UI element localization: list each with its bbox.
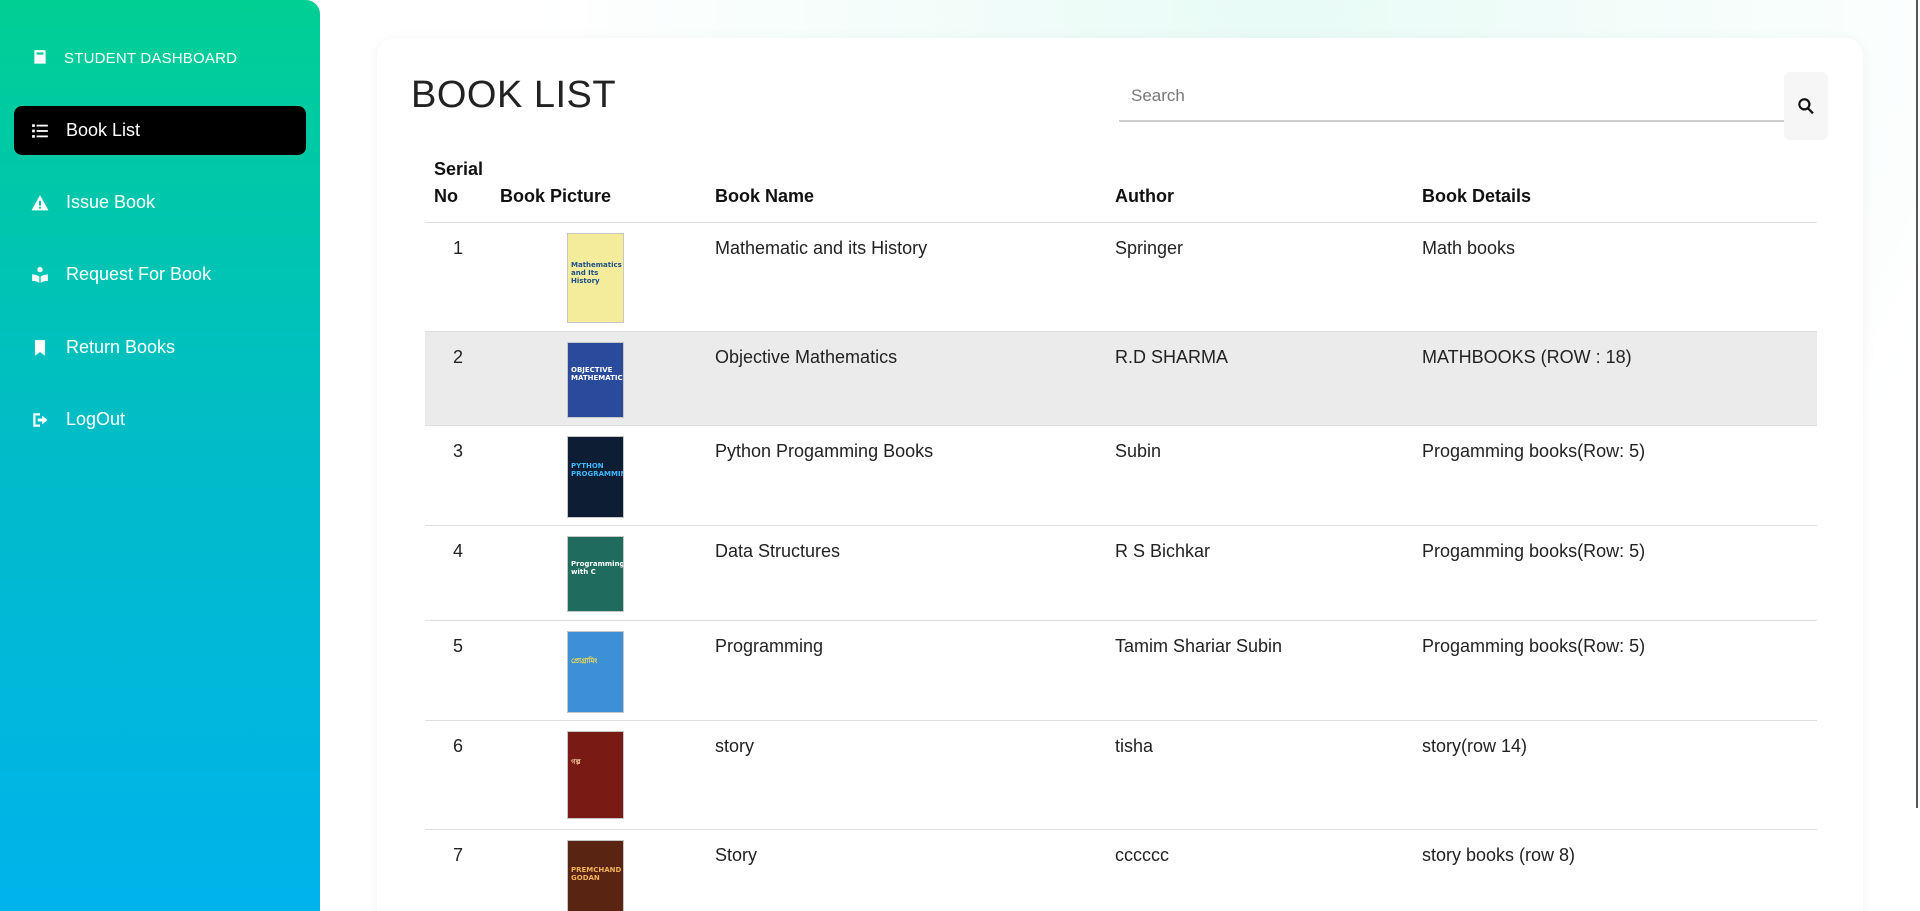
reader-icon bbox=[30, 265, 50, 285]
serial-number: 1 bbox=[452, 238, 463, 258]
sidebar: STUDENT DASHBOARD Book List Issue Book R… bbox=[0, 0, 320, 911]
sidebar-item-request-for-book[interactable]: Request For Book bbox=[14, 250, 306, 299]
book-cover-image: Programming with C bbox=[567, 536, 624, 612]
book-author: tisha bbox=[1115, 736, 1154, 756]
book-author: R S Bichkar bbox=[1115, 541, 1211, 561]
book-cover-title: Mathematics and Its History bbox=[571, 261, 622, 285]
table-row[interactable]: 1 Mathematics and Its History Mathematic a… bbox=[425, 223, 1817, 332]
book-details: Progamming books(Row: 5) bbox=[1422, 441, 1646, 461]
bookmark-icon bbox=[30, 338, 50, 358]
table-row[interactable]: 4 Programming with C Data Structures R S Bi… bbox=[425, 526, 1817, 621]
sidebar-item-issue-book[interactable]: Issue Book bbox=[14, 178, 306, 227]
sidebar-item-book-list[interactable]: Book List bbox=[14, 106, 306, 155]
sidebar-item-label: Request For Book bbox=[66, 264, 212, 284]
search-icon bbox=[1796, 96, 1816, 116]
header-serial: Serial No bbox=[434, 159, 484, 206]
sidebar-item-label: Return Books bbox=[66, 337, 176, 357]
page-title: BOOK LIST bbox=[411, 74, 617, 116]
table-row[interactable]: 7 PREMCHAND GODAN Story cccccc story books (… bbox=[425, 830, 1817, 911]
book-picture: PREMCHAND GODAN bbox=[567, 840, 624, 911]
book-picture: গল্প bbox=[567, 731, 624, 819]
book-author: Subin bbox=[1115, 441, 1162, 461]
book-details: story books (row 8) bbox=[1422, 845, 1576, 865]
table-row[interactable]: 3 PYTHON PROGRAMMING Python Progamming Boo… bbox=[425, 426, 1817, 526]
book-author: cccccc bbox=[1115, 845, 1169, 865]
book-details: Progamming books(Row: 5) bbox=[1422, 636, 1646, 656]
book-cover-title: PYTHON PROGRAMMING bbox=[571, 462, 623, 478]
search-button[interactable] bbox=[1784, 72, 1828, 140]
serial-number: 2 bbox=[452, 347, 463, 367]
book-cover-title: গল্প bbox=[571, 758, 581, 766]
sidebar-item-label: Issue Book bbox=[66, 192, 156, 212]
book-author: R.D SHARMA bbox=[1115, 347, 1229, 367]
book-cover-title: PREMCHAND GODAN bbox=[571, 866, 622, 882]
book-icon bbox=[30, 48, 50, 68]
book-cover-image: OBJECTIVE MATHEMATICS bbox=[567, 342, 624, 418]
table-row[interactable]: 6 গল্প story tisha story(row 14) bbox=[425, 721, 1817, 830]
book-name: story bbox=[715, 736, 755, 756]
serial-number: 3 bbox=[452, 441, 463, 461]
search-input[interactable] bbox=[1119, 72, 1805, 120]
book-cover-image: প্রোগ্রামিং bbox=[567, 631, 624, 713]
header-author: Author bbox=[1115, 186, 1174, 206]
book-cover-title: প্রোগ্রামিং bbox=[571, 657, 598, 665]
book-table: Serial No Book Picture Book Name Author … bbox=[425, 158, 1817, 911]
book-details: Progamming books(Row: 5) bbox=[1422, 541, 1646, 561]
book-author: Springer bbox=[1115, 238, 1184, 258]
book-author: Tamim Shariar Subin bbox=[1115, 636, 1283, 656]
header-book-picture: Book Picture bbox=[500, 186, 612, 206]
header-book-details: Book Details bbox=[1422, 186, 1532, 206]
book-picture: Mathematics and Its History bbox=[567, 233, 624, 323]
book-name: Data Structures bbox=[715, 541, 841, 561]
sidebar-item-label: LogOut bbox=[66, 409, 126, 429]
sidebar-item-label: Book List bbox=[66, 120, 141, 140]
scrollbar[interactable] bbox=[1908, 0, 1918, 808]
book-name: Objective Mathematics bbox=[715, 347, 898, 367]
serial-number: 6 bbox=[452, 736, 463, 756]
sidebar-item-return-books[interactable]: Return Books bbox=[14, 323, 306, 372]
book-cover-image: Mathematics and Its History bbox=[567, 233, 624, 323]
table-row[interactable]: 5 প্রোগ্রামিং Programming Tamim Shariar Sub… bbox=[425, 621, 1817, 721]
book-list-card: BOOK LIST Serial No Book Picture Book Na… bbox=[377, 38, 1863, 911]
book-picture: OBJECTIVE MATHEMATICS bbox=[567, 342, 624, 418]
book-details: story(row 14) bbox=[1422, 736, 1528, 756]
book-name: Mathematic and its History bbox=[715, 238, 928, 258]
book-picture: PYTHON PROGRAMMING bbox=[567, 436, 624, 518]
book-picture: প্রোগ্রামিং bbox=[567, 631, 624, 713]
book-details: Math books bbox=[1422, 238, 1516, 258]
book-cover-title: OBJECTIVE MATHEMATICS bbox=[571, 366, 624, 382]
table-header: Serial No Book Picture Book Name Author … bbox=[425, 158, 1817, 223]
logout-icon bbox=[30, 410, 50, 430]
serial-number: 5 bbox=[452, 636, 463, 656]
book-details: MATHBOOKS (ROW : 18) bbox=[1422, 347, 1632, 367]
search-box bbox=[1119, 72, 1805, 122]
serial-number: 4 bbox=[452, 541, 463, 561]
book-name: Python Progamming Books bbox=[715, 441, 934, 461]
table-body: 1 Mathematics and Its History Mathematic a… bbox=[425, 223, 1817, 911]
book-cover-image: PREMCHAND GODAN bbox=[567, 840, 624, 911]
header-book-name: Book Name bbox=[715, 186, 815, 206]
sidebar-brand-label: STUDENT DASHBOARD bbox=[64, 49, 238, 67]
warning-icon bbox=[30, 193, 50, 213]
book-cover-image: গল্প bbox=[567, 731, 624, 819]
book-cover-title: Programming with C bbox=[571, 560, 624, 576]
book-name: Programming bbox=[715, 636, 824, 656]
book-name: Story bbox=[715, 845, 758, 865]
sidebar-brand[interactable]: STUDENT DASHBOARD bbox=[30, 46, 237, 70]
list-icon bbox=[30, 121, 50, 141]
serial-number: 7 bbox=[452, 845, 463, 865]
book-cover-image: PYTHON PROGRAMMING bbox=[567, 436, 624, 518]
sidebar-item-logout[interactable]: LogOut bbox=[14, 395, 306, 444]
book-picture: Programming with C bbox=[567, 536, 624, 612]
table-row[interactable]: 2 OBJECTIVE MATHEMATICS Objective Mathemat… bbox=[425, 332, 1817, 426]
